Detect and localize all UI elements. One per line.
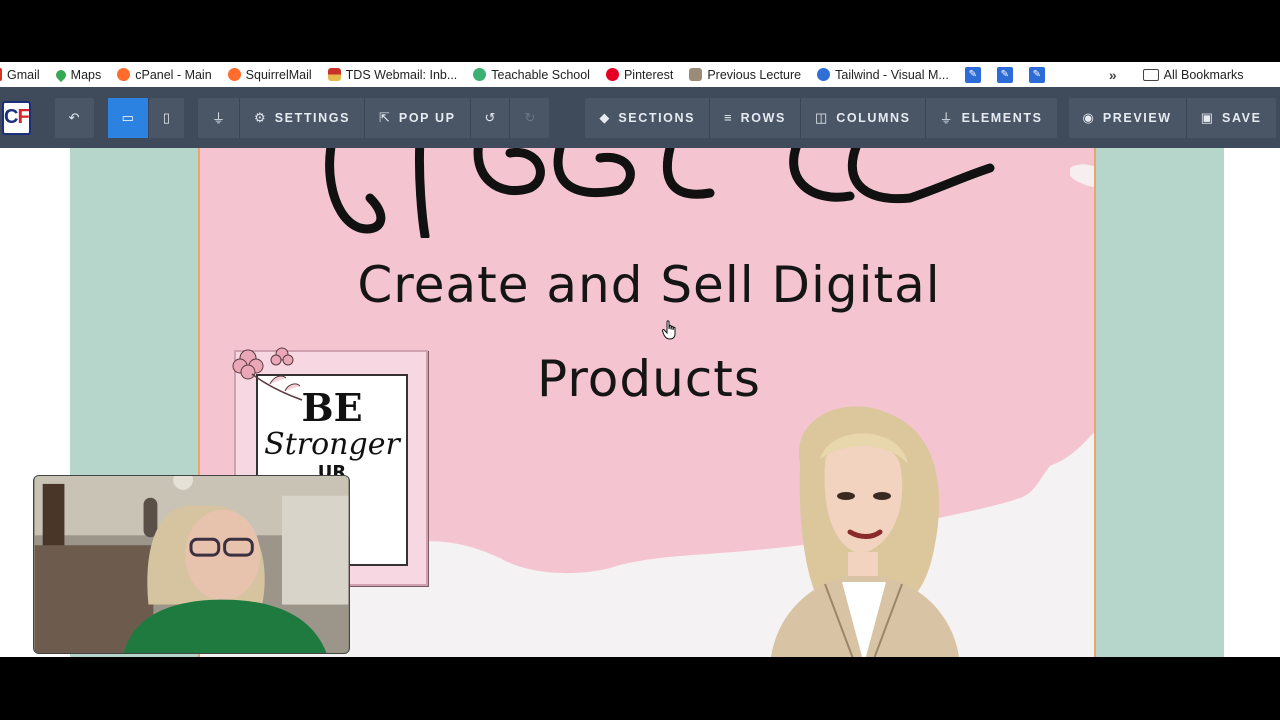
lecture-icon: [689, 68, 703, 81]
undo-button[interactable]: ↺: [469, 97, 510, 138]
bookmark-label: Pinterest: [623, 67, 674, 82]
builder-toolbar: CF ↶ ▭ ▯ ⏚ ⚙ SETTINGS ⇱ POP UP ↺ ↻ ◆ SEC…: [0, 87, 1280, 148]
undo-group: ↶: [54, 97, 94, 138]
bookmark-label: TDS Webmail: Inb...: [345, 67, 458, 82]
back-arrow-icon: ↶: [68, 109, 80, 125]
columns-icon: ◫: [814, 109, 828, 125]
bookmark-tailwind[interactable]: Tailwind - Visual M...: [817, 68, 949, 82]
bookmark-gmail[interactable]: Gmail: [0, 68, 40, 82]
preview-button[interactable]: ◉ PREVIEW: [1069, 98, 1186, 138]
screen: Gmail Maps cPanel - Main SquirrelMail TD…: [0, 0, 1280, 720]
all-bookmarks-label: All Bookmarks: [1163, 67, 1244, 82]
hand-pointer-cursor-icon: [662, 320, 676, 340]
mobile-view-button[interactable]: ▯: [147, 97, 184, 138]
maps-pin-icon: [53, 67, 68, 82]
woman-illustration: [771, 406, 959, 657]
plug-icon: ⏚: [939, 111, 953, 126]
bookmark-edit-icon[interactable]: ✎: [1028, 66, 1045, 83]
bookmark-edit-icon[interactable]: ✎: [996, 66, 1013, 83]
integrations-button[interactable]: ⏚: [198, 98, 239, 138]
page-tools-group: ⏚ ⚙ SETTINGS ⇱ POP UP ↺ ↻: [198, 97, 550, 138]
elements-button[interactable]: ⏚ ELEMENTS: [924, 97, 1057, 138]
bookmark-previous-lecture[interactable]: Previous Lecture: [689, 68, 801, 82]
script-title-graphic: [325, 148, 995, 238]
cube-icon: ◆: [599, 109, 610, 125]
elements-label: ELEMENTS: [961, 110, 1043, 125]
rows-button[interactable]: ≡ ROWS: [709, 97, 800, 138]
tailwind-icon: [817, 68, 831, 81]
rows-label: ROWS: [740, 110, 786, 125]
sections-button[interactable]: ◆ SECTIONS: [585, 98, 709, 138]
bookmark-label: Previous Lecture: [707, 67, 802, 82]
print-line-stronger: Stronger: [264, 427, 400, 462]
pinterest-icon: [605, 68, 619, 81]
popup-label: POP UP: [398, 110, 456, 125]
bookmark-pinterest[interactable]: Pinterest: [605, 67, 674, 82]
publish-group: ◉ PREVIEW ▣ SAVE: [1068, 97, 1276, 138]
all-bookmarks[interactable]: All Bookmarks: [1142, 67, 1244, 82]
bookmarks-bar: Gmail Maps cPanel - Main SquirrelMail TD…: [0, 62, 1280, 87]
settings-label: SETTINGS: [274, 110, 351, 125]
flower-decoration-icon: [232, 347, 303, 401]
settings-button[interactable]: ⚙ SETTINGS: [239, 97, 364, 138]
teachable-icon: [473, 68, 487, 81]
popup-button[interactable]: ⇱ POP UP: [364, 97, 470, 138]
bookmark-label: Teachable School: [491, 67, 590, 82]
desktop-icon: ▭: [121, 109, 134, 125]
bookmark-cpanel-main[interactable]: cPanel - Main: [117, 67, 212, 82]
columns-label: COLUMNS: [836, 110, 911, 125]
eye-icon: ◉: [1082, 109, 1094, 125]
gmail-icon: [0, 68, 2, 81]
bookmark-edit-icon[interactable]: ✎: [964, 66, 981, 83]
cpanel-icon: [117, 68, 131, 81]
bookmark-label: cPanel - Main: [135, 67, 212, 82]
redo-icon: ↻: [524, 109, 536, 125]
sections-label: SECTIONS: [618, 110, 696, 125]
bookmark-squirrelmail[interactable]: SquirrelMail: [227, 67, 312, 82]
hero-headline-line-1[interactable]: Create and Sell Digital: [200, 256, 1094, 314]
bookmark-label: Gmail: [7, 67, 40, 82]
desktop-view-button[interactable]: ▭: [107, 97, 148, 138]
structure-group: ◆ SECTIONS ≡ ROWS ◫ COLUMNS ⏚ ELEMENTS: [585, 97, 1057, 138]
external-link-icon: ⇱: [379, 109, 390, 125]
floppy-disk-icon: ▣: [1200, 109, 1214, 125]
cpanel-icon: [227, 68, 241, 81]
save-label: SAVE: [1222, 110, 1262, 125]
folder-icon: [1142, 68, 1159, 81]
bookmarks-overflow-chevron-icon[interactable]: »: [1109, 67, 1117, 83]
undo-icon: ↺: [484, 109, 496, 125]
preview-label: PREVIEW: [1102, 110, 1172, 125]
bookmark-teachable[interactable]: Teachable School: [473, 68, 590, 82]
back-button[interactable]: ↶: [55, 98, 94, 138]
save-button[interactable]: ▣ SAVE: [1185, 97, 1276, 138]
webcam-video-overlay: [33, 475, 350, 654]
webmail-icon: [327, 68, 341, 81]
redo-button[interactable]: ↻: [509, 97, 549, 138]
columns-button[interactable]: ◫ COLUMNS: [799, 97, 925, 138]
bookmark-label: SquirrelMail: [245, 67, 312, 82]
bookmark-label: Tailwind - Visual M...: [835, 67, 949, 82]
clickfunnels-logo-icon[interactable]: CF: [2, 100, 31, 135]
bars-icon: ≡: [724, 110, 732, 125]
gears-icon: ⚙: [254, 109, 266, 125]
plug-icon: ⏚: [212, 111, 226, 126]
bookmark-label: Maps: [70, 67, 102, 82]
bookmark-tds-webmail[interactable]: TDS Webmail: Inb...: [327, 67, 458, 82]
bookmark-maps[interactable]: Maps: [53, 67, 102, 82]
device-toggle-group: ▭ ▯: [107, 97, 185, 138]
mobile-icon: ▯: [162, 109, 171, 125]
